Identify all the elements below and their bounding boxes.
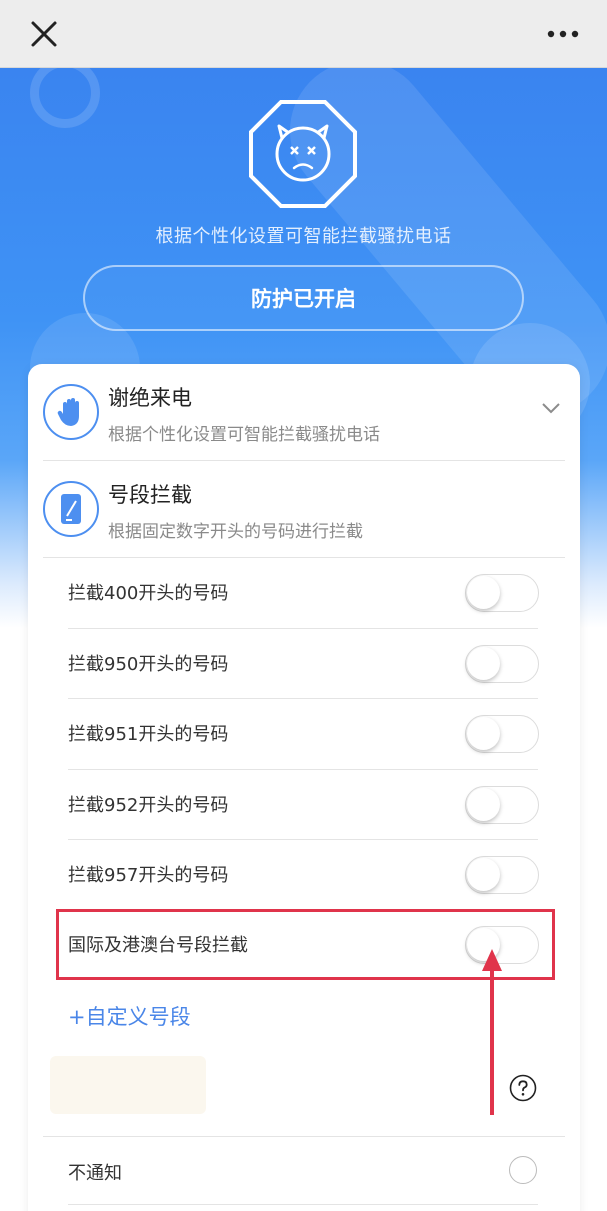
feature-decline-calls[interactable]: 谢绝来电 根据个性化设置可智能拦截骚扰电话	[28, 364, 580, 460]
toggle-row-400: 拦截400开头的号码	[28, 558, 580, 628]
decor-ring	[30, 68, 100, 128]
toggle-label: 拦截952开头的号码	[68, 795, 229, 816]
toggle-knob	[467, 928, 500, 961]
toggle-row-951: 拦截951开头的号码	[28, 699, 580, 769]
divider	[43, 1136, 565, 1137]
toggle-label: 拦截957开头的号码	[68, 865, 229, 886]
help-icon[interactable]	[509, 1074, 537, 1102]
toggle-row-957: 拦截957开头的号码	[28, 840, 580, 910]
notify-option-label: 不通知	[68, 1163, 122, 1184]
toggle-row-950: 拦截950开头的号码	[28, 629, 580, 699]
blocked-caller-shield-icon	[249, 100, 357, 208]
toggle-switch[interactable]	[465, 926, 539, 964]
settings-card: 谢绝来电 根据个性化设置可智能拦截骚扰电话 号段拦截 根据固定数字开头的号码进行…	[28, 364, 580, 1211]
more-options-icon[interactable]	[543, 22, 583, 46]
toggle-switch[interactable]	[465, 574, 539, 612]
toggle-knob	[467, 717, 500, 750]
feature-description: 根据固定数字开头的号码进行拦截	[108, 522, 363, 542]
toggle-knob	[467, 788, 500, 821]
feature-title: 号段拦截	[108, 483, 192, 507]
toggle-switch[interactable]	[465, 645, 539, 683]
toggle-knob	[467, 576, 500, 609]
close-icon[interactable]	[24, 14, 64, 54]
toggle-knob	[467, 858, 500, 891]
toggle-label: 拦截950开头的号码	[68, 654, 229, 675]
feature-number-prefix-block[interactable]: 号段拦截 根据固定数字开头的号码进行拦截	[28, 461, 580, 557]
toggle-row-international: 国际及港澳台号段拦截	[28, 910, 580, 980]
chevron-down-icon[interactable]	[540, 400, 562, 416]
top-bar	[0, 0, 607, 68]
protection-status-button[interactable]: 防护已开启	[83, 265, 524, 331]
toggle-switch[interactable]	[465, 786, 539, 824]
toggle-switch[interactable]	[465, 856, 539, 894]
toggle-row-952: 拦截952开头的号码	[28, 770, 580, 840]
toggle-switch[interactable]	[465, 715, 539, 753]
feature-description: 根据个性化设置可智能拦截骚扰电话	[108, 425, 380, 445]
toggle-knob	[467, 647, 500, 680]
toggle-label: 拦截400开头的号码	[68, 583, 229, 604]
toggle-label: 国际及港澳台号段拦截	[68, 935, 248, 956]
blurred-region	[50, 1056, 206, 1114]
toggle-label: 拦截951开头的号码	[68, 724, 229, 745]
hand-icon	[43, 384, 99, 440]
phone-icon	[43, 481, 99, 537]
add-custom-prefix-link[interactable]: +自定义号段	[68, 1001, 191, 1031]
feature-title: 谢绝来电	[108, 386, 192, 410]
hero-subtitle: 根据个性化设置可智能拦截骚扰电话	[155, 226, 452, 247]
divider	[68, 1204, 538, 1205]
notify-radio[interactable]	[509, 1156, 537, 1184]
